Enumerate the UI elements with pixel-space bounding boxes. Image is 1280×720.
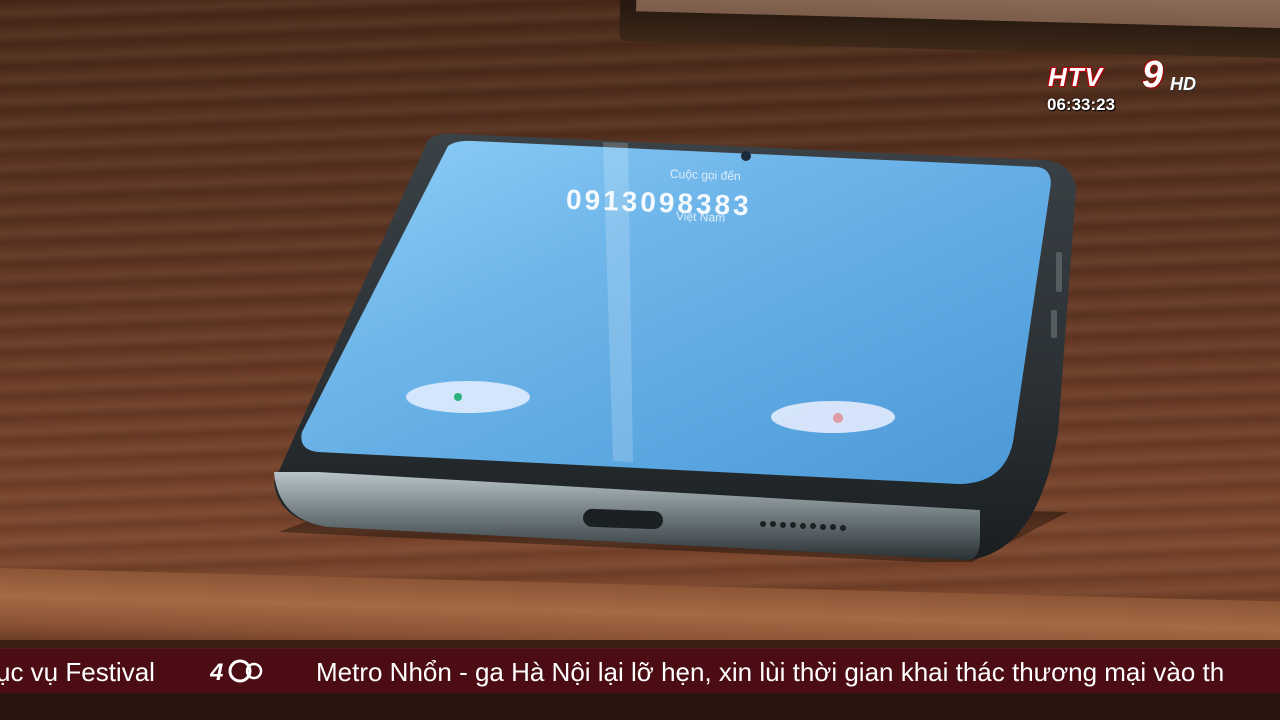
smartphone: Cuộc gọi đến 0913098383 Việt Nam bbox=[268, 132, 1078, 562]
broadcast-clock: 06:33:23 bbox=[1047, 95, 1116, 114]
news-ticker: ục vụ Festival 4 Metro Nhổn - ga Hà Nội … bbox=[0, 648, 1280, 693]
logo-htv-text: HTV bbox=[1048, 62, 1103, 92]
bottom-band bbox=[0, 693, 1280, 720]
book-on-table bbox=[619, 0, 1280, 60]
svg-text:4: 4 bbox=[210, 659, 223, 686]
logo-hd-text: HD bbox=[1170, 74, 1196, 94]
channel-logo: HTV 9 HD bbox=[1046, 54, 1206, 96]
ticker-previous-text: ục vụ Festival bbox=[0, 657, 155, 687]
logo-nine-text: 9 bbox=[1142, 54, 1164, 96]
call-label: Cuộc gọi đến bbox=[669, 166, 741, 184]
accept-call-button[interactable] bbox=[406, 381, 530, 413]
ticker-separator-icon: 4 bbox=[210, 659, 263, 686]
decline-call-button[interactable] bbox=[771, 401, 895, 433]
caller-region: Việt Nam bbox=[675, 209, 726, 225]
ticker-headline-text: Metro Nhổn - ga Hà Nội lại lỡ hẹn, xin l… bbox=[316, 657, 1225, 687]
